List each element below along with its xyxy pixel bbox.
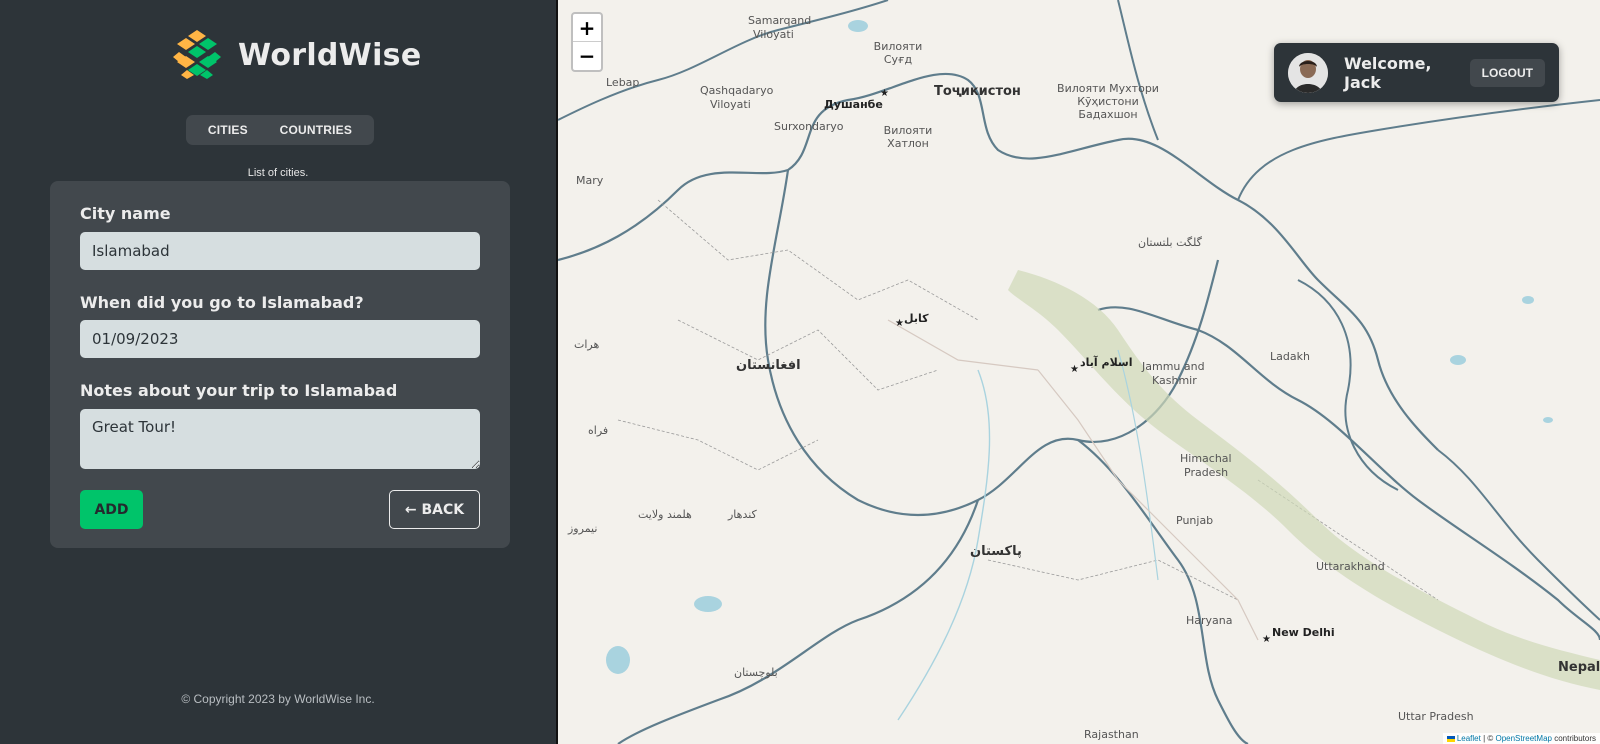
map-label-ladakh: Ladakh bbox=[1270, 350, 1310, 363]
zoom-control: + − bbox=[571, 12, 603, 72]
map-label-helmand: هلمند ولایت bbox=[638, 508, 692, 521]
map-label-surxondaryo: Surxondaryo bbox=[774, 120, 844, 133]
app-name: WorldWise bbox=[238, 37, 422, 73]
zoom-out-button[interactable]: − bbox=[573, 42, 601, 70]
app-nav: CITIES COUNTRIES bbox=[186, 115, 374, 145]
map-label-tajikistan: Тоҷикистон bbox=[934, 84, 1021, 99]
avatar-icon bbox=[1288, 52, 1328, 93]
tab-cities[interactable]: CITIES bbox=[202, 119, 254, 141]
map-label-afghanistan: افغانستان bbox=[736, 358, 801, 373]
avatar bbox=[1288, 52, 1328, 93]
map-label-islamabad: اسلام آباد bbox=[1080, 356, 1133, 369]
list-caption: List of cities. bbox=[247, 167, 309, 179]
sidebar: WorldWise CITIES COUNTRIES List of citie… bbox=[0, 0, 556, 744]
map-label-balochistan: بلوچستان bbox=[734, 666, 778, 679]
city-name-input[interactable] bbox=[80, 232, 480, 270]
map-label-pradesh: Pradesh bbox=[1184, 466, 1229, 479]
logo[interactable]: WorldWise bbox=[170, 28, 421, 82]
map-label-himachal: Himachal bbox=[1180, 452, 1232, 465]
map-label-dushanbe: Душанбе bbox=[824, 98, 883, 111]
map-label-pakistan: پاکستان bbox=[970, 544, 1022, 559]
map-label-lebap: Lebap bbox=[606, 76, 640, 89]
user-panel: Welcome, Jack LOGOUT bbox=[1274, 43, 1559, 102]
capital-star-icon: ★ bbox=[895, 318, 904, 329]
map-label-uttar-pradesh: Uttar Pradesh bbox=[1398, 710, 1474, 723]
map-label-farah: فراه bbox=[588, 424, 609, 437]
map-label-new-delhi: New Delhi bbox=[1272, 626, 1335, 639]
map-label-badakhshon: Вилояти Мухтори Кӯҳистони Бадахшон bbox=[1057, 82, 1159, 121]
welcome-text: Welcome, Jack bbox=[1344, 53, 1432, 92]
logout-button[interactable]: LOGOUT bbox=[1469, 58, 1545, 87]
map-label-kandahar: کندهار bbox=[728, 508, 757, 521]
tab-countries[interactable]: COUNTRIES bbox=[274, 119, 358, 141]
map-label-punjab: Punjab bbox=[1176, 514, 1214, 527]
map[interactable]: Samarqand Viloyati Lebap Qashqadaryo Vil… bbox=[558, 0, 1600, 744]
ukraine-flag-icon bbox=[1446, 735, 1455, 742]
map-label-qashqadaryo: Qashqadaryo bbox=[700, 84, 774, 97]
add-button[interactable]: ADD bbox=[80, 490, 143, 529]
map-label-viloyati-1: Viloyati bbox=[753, 28, 794, 41]
map-label-viloyati-2: Viloyati bbox=[710, 98, 751, 111]
notes-label: Notes about your trip to Islamabad bbox=[80, 381, 398, 400]
map-label-samarqand: Samarqand bbox=[748, 14, 812, 27]
osm-link[interactable]: OpenStreetMap bbox=[1495, 734, 1551, 743]
zoom-in-button[interactable]: + bbox=[573, 14, 601, 42]
capital-star-icon: ★ bbox=[1070, 364, 1079, 375]
notes-textarea[interactable]: Great Tour! bbox=[80, 409, 480, 469]
globe-logo-icon bbox=[171, 29, 223, 81]
capital-star-icon: ★ bbox=[880, 88, 889, 99]
map-label-kashmir: Kashmir bbox=[1152, 374, 1197, 387]
date-input[interactable] bbox=[80, 320, 480, 358]
map-label-rajasthan: Rajasthan bbox=[1084, 728, 1139, 741]
date-label: When did you go to Islamabad? bbox=[80, 293, 364, 312]
map-label-jammu: Jammu and bbox=[1142, 360, 1205, 373]
map-label-gilgit: گلگت بلتستان bbox=[1138, 236, 1202, 249]
city-name-label: City name bbox=[80, 204, 171, 223]
map-attribution: Leaflet | © OpenStreetMap contributors bbox=[1442, 733, 1600, 744]
map-label-kabul: کابل bbox=[904, 312, 929, 325]
copyright: © Copyright 2023 by WorldWise Inc. bbox=[181, 692, 375, 706]
back-button[interactable]: ← BACK bbox=[389, 490, 480, 529]
attribution-separator: | © bbox=[1480, 734, 1496, 743]
map-label-mary: Mary bbox=[576, 174, 604, 187]
attribution-contributors: contributors bbox=[1551, 734, 1596, 743]
map-label-uttarakhand: Uttarakhand bbox=[1316, 560, 1385, 573]
city-form: City name When did you go to Islamabad? … bbox=[50, 181, 510, 548]
map-label-herat: هرات bbox=[574, 338, 600, 351]
map-label-khatlon: Вилояти Хатлон bbox=[883, 124, 933, 150]
map-label-haryana: Haryana bbox=[1186, 614, 1233, 627]
leaflet-link[interactable]: Leaflet bbox=[1457, 734, 1481, 743]
map-label-nimruz: نیمروز bbox=[568, 522, 598, 535]
map-label-nepal: Nepal bbox=[1558, 660, 1600, 675]
map-label-sugd: Вилояти Суғд bbox=[873, 40, 923, 66]
capital-star-icon: ★ bbox=[1262, 634, 1271, 645]
